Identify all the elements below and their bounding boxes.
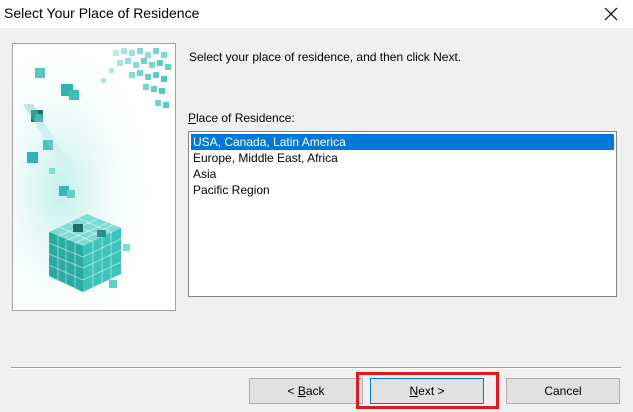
- title-bar: Select Your Place of Residence: [0, 0, 633, 28]
- list-item-asia[interactable]: Asia: [191, 166, 614, 182]
- next-mnemonic: N: [409, 384, 419, 398]
- close-icon: [604, 7, 618, 21]
- label-rest: lace of Residence:: [196, 111, 295, 125]
- list-item-europe-middle-east-africa[interactable]: Europe, Middle East, Africa: [191, 150, 614, 166]
- place-of-residence-label: Place of Residence:: [188, 110, 295, 126]
- window-title: Select Your Place of Residence: [4, 5, 200, 21]
- back-mnemonic: B: [297, 384, 306, 398]
- instruction-text: Select your place of residence, and then…: [189, 50, 462, 64]
- next-button[interactable]: Next >: [370, 378, 484, 404]
- back-rest: ack: [305, 384, 325, 398]
- residence-listbox[interactable]: USA, Canada, Latin America Europe, Middl…: [188, 131, 617, 297]
- footer-divider: [11, 367, 621, 369]
- list-item-usa-canada-latin-america[interactable]: USA, Canada, Latin America: [191, 134, 614, 150]
- list-item-pacific-region[interactable]: Pacific Region: [191, 182, 614, 198]
- teal-cubes-illustration: [13, 44, 175, 310]
- back-prefix: <: [287, 384, 298, 398]
- back-button[interactable]: < Back: [249, 378, 363, 404]
- close-button[interactable]: [593, 0, 629, 28]
- cancel-button[interactable]: Cancel: [506, 378, 620, 404]
- label-mnemonic: P: [188, 111, 197, 125]
- wizard-illustration: [12, 43, 176, 311]
- next-rest: ext >: [418, 384, 445, 398]
